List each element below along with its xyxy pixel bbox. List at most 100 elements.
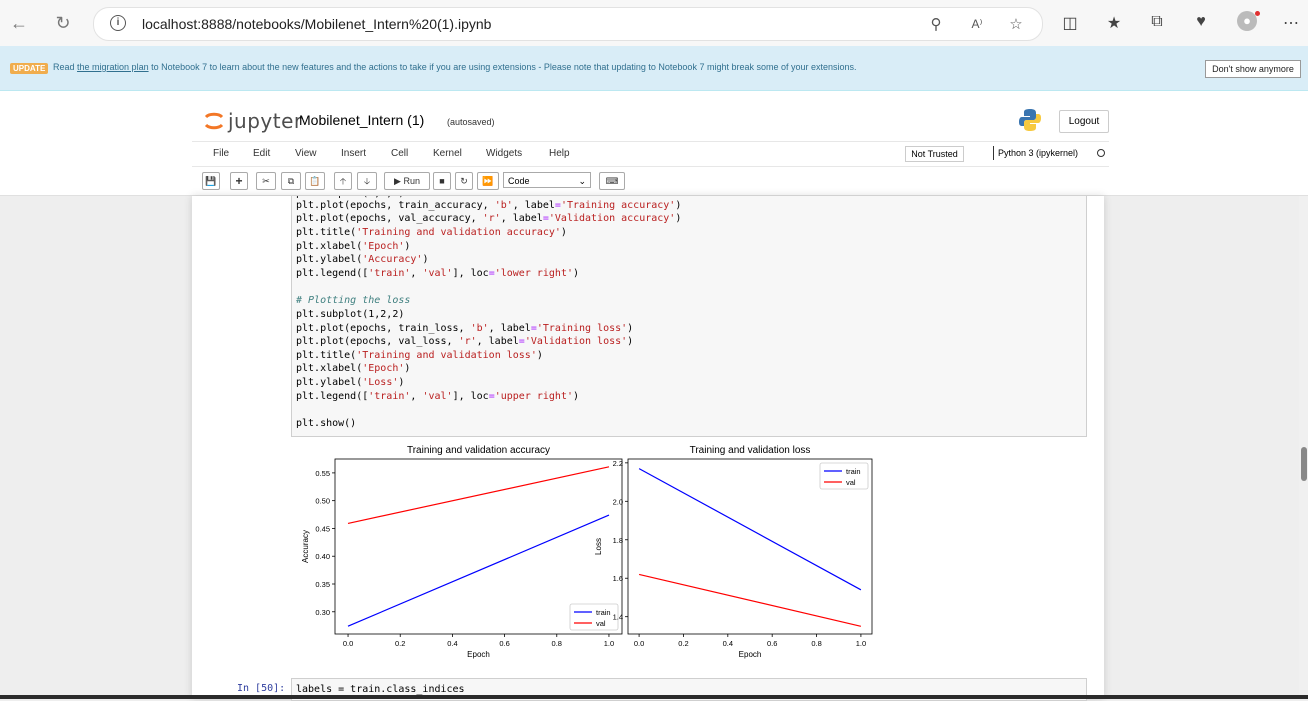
split-screen-icon[interactable]: ◫ bbox=[1059, 13, 1081, 33]
x-tick-label: 0.2 bbox=[395, 639, 405, 648]
banner-text-start: Read bbox=[53, 62, 78, 72]
code-line: plt.plot(epochs, train_accuracy, 'b', la… bbox=[296, 200, 682, 211]
menu-kernel[interactable]: Kernel bbox=[433, 148, 462, 159]
code-line: plt.legend(['train', 'val'], loc='lower … bbox=[296, 268, 580, 279]
trust-status-button[interactable]: Not Trusted bbox=[905, 146, 964, 162]
run-button[interactable]: ▶ Run bbox=[384, 172, 430, 190]
taskbar bbox=[0, 695, 1308, 699]
code-line: plt.ylabel('Accuracy') bbox=[296, 254, 429, 265]
y-tick-label: 0.40 bbox=[315, 552, 330, 561]
fast-forward-icon[interactable]: ⏩ bbox=[477, 172, 499, 190]
legend-label: train bbox=[846, 467, 861, 476]
menu-bar: File Edit View Insert Cell Kernel Widget… bbox=[192, 141, 1109, 167]
interrupt-icon[interactable]: ■ bbox=[433, 172, 451, 190]
chart-title: Training and validation accuracy bbox=[407, 445, 550, 456]
scrollbar-thumb[interactable] bbox=[1301, 447, 1307, 481]
favorites-icon[interactable]: ★ bbox=[1103, 13, 1125, 33]
autosave-status: (autosaved) bbox=[447, 117, 495, 127]
save-icon[interactable]: 💾 bbox=[202, 172, 220, 190]
back-icon[interactable]: ← bbox=[8, 12, 30, 34]
code-line: plt.xlabel('Epoch') bbox=[296, 241, 411, 252]
jupyter-logo-text[interactable]: jupyter bbox=[228, 109, 303, 133]
code-line: plt.title('Training and validation loss'… bbox=[296, 350, 543, 361]
y-tick-label: 1.4 bbox=[613, 613, 623, 622]
code-line: plt.ylabel('Loss') bbox=[296, 377, 405, 388]
banner-text-end: to Notebook 7 to learn about the new fea… bbox=[148, 62, 857, 72]
favorite-star-icon[interactable]: ☆ bbox=[1006, 15, 1026, 33]
code-line: plt.plot(epochs, train_loss, 'b', label=… bbox=[296, 323, 634, 334]
menu-insert[interactable]: Insert bbox=[341, 148, 366, 159]
health-icon[interactable]: ♥ bbox=[1190, 13, 1212, 31]
y-tick-label: 0.50 bbox=[315, 497, 330, 506]
menu-view[interactable]: View bbox=[295, 148, 317, 159]
x-tick-label: 0.2 bbox=[678, 639, 688, 648]
x-tick-label: 0.0 bbox=[343, 639, 353, 648]
zoom-icon[interactable]: ⚲ bbox=[926, 15, 946, 33]
chevron-down-icon: ⌄ bbox=[578, 176, 586, 186]
copy-icon[interactable]: ⧉ bbox=[281, 172, 301, 190]
cell-type-value: Code bbox=[508, 176, 530, 186]
x-tick-label: 0.6 bbox=[499, 639, 509, 648]
refresh-icon[interactable]: ↻ bbox=[52, 12, 74, 34]
kernel-indicator: Python 3 (ipykernel) bbox=[993, 146, 1078, 160]
menu-help[interactable]: Help bbox=[549, 148, 570, 159]
next-code-line: labels = train.class_indices bbox=[296, 684, 465, 695]
code-comment: # Plotting the loss bbox=[296, 295, 411, 306]
add-cell-icon[interactable]: + bbox=[230, 172, 248, 190]
notification-dot bbox=[1255, 11, 1260, 16]
x-tick-label: 0.4 bbox=[447, 639, 457, 648]
read-aloud-icon[interactable]: A⁾ bbox=[967, 17, 987, 31]
menu-file[interactable]: File bbox=[213, 148, 229, 159]
x-tick-label: 0.6 bbox=[767, 639, 777, 648]
y-axis-label: Loss bbox=[594, 538, 603, 555]
x-axis-label: Epoch bbox=[739, 650, 762, 659]
x-tick-label: 0.0 bbox=[634, 639, 644, 648]
address-bar[interactable]: i localhost:8888/notebooks/Mobilenet_Int… bbox=[93, 7, 1043, 41]
menu-edit[interactable]: Edit bbox=[253, 148, 270, 159]
move-up-icon[interactable]: 🡡 bbox=[334, 172, 352, 190]
menu-widgets[interactable]: Widgets bbox=[486, 148, 522, 159]
y-tick-label: 2.0 bbox=[613, 497, 623, 506]
cell-prompt: In [50]: bbox=[237, 683, 286, 694]
cell-type-select[interactable]: Code ⌄ bbox=[503, 172, 591, 188]
cut-icon[interactable]: ✂ bbox=[256, 172, 276, 190]
more-menu-icon[interactable]: ⋯ bbox=[1280, 13, 1302, 33]
code-line: plt.plot(epochs, val_accuracy, 'r', labe… bbox=[296, 213, 682, 224]
profile-avatar-icon[interactable]: ● bbox=[1237, 11, 1257, 31]
y-axis-label: Accuracy bbox=[301, 530, 310, 563]
python-logo-icon bbox=[1019, 109, 1041, 131]
move-down-icon[interactable]: 🡣 bbox=[357, 172, 377, 190]
x-axis-label: Epoch bbox=[467, 650, 490, 659]
keyboard-icon[interactable]: ⌨ bbox=[599, 172, 625, 190]
code-line: plt.legend(['train', 'val'], loc='upper … bbox=[296, 391, 580, 402]
jupyter-logo-icon[interactable] bbox=[203, 108, 225, 134]
menu-cell[interactable]: Cell bbox=[391, 148, 408, 159]
run-icon: ▶ bbox=[394, 176, 401, 186]
legend-label: train bbox=[596, 608, 611, 617]
migration-plan-link[interactable]: the migration plan bbox=[77, 62, 149, 72]
kernel-idle-icon bbox=[1097, 149, 1105, 157]
code-line: plt.plot(epochs, val_loss, 'r', label='V… bbox=[296, 336, 634, 347]
legend-box bbox=[569, 603, 619, 631]
restart-icon[interactable]: ↻ bbox=[455, 172, 473, 190]
code-line: plt.xlabel('Epoch') bbox=[296, 363, 411, 374]
y-tick-label: 1.6 bbox=[613, 574, 623, 583]
collections-icon[interactable]: ⧉ bbox=[1146, 13, 1168, 31]
code-cell[interactable]: plt.subplot(1,2,1) plt.plot(epochs, trai… bbox=[291, 196, 1087, 437]
legend-label: val bbox=[846, 478, 856, 487]
legend-label: val bbox=[596, 619, 606, 628]
paste-icon[interactable]: 📋 bbox=[305, 172, 325, 190]
notebook-name[interactable]: Mobilenet_Intern (1) bbox=[299, 112, 424, 128]
update-badge: UPDATE bbox=[10, 63, 49, 74]
x-tick-label: 1.0 bbox=[856, 639, 866, 648]
code-line: plt.title('Training and validation accur… bbox=[296, 227, 567, 238]
code-line: plt.show() bbox=[296, 418, 357, 429]
dont-show-anymore-button[interactable]: Don't show anymore bbox=[1205, 60, 1301, 78]
y-tick-label: 0.45 bbox=[315, 524, 330, 533]
info-icon[interactable]: i bbox=[110, 15, 126, 31]
logout-button[interactable]: Logout bbox=[1059, 110, 1109, 133]
x-tick-label: 1.0 bbox=[604, 639, 614, 648]
legend-box bbox=[819, 462, 869, 490]
y-tick-label: 0.30 bbox=[315, 608, 330, 617]
code-line: plt.subplot(1,2,2) bbox=[296, 309, 405, 320]
